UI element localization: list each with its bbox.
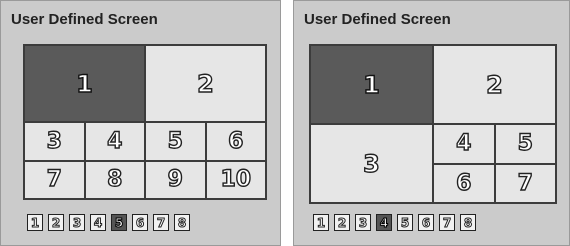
- layout-cell-7[interactable]: 7: [25, 161, 84, 198]
- screen-button-2[interactable]: 2: [48, 214, 64, 231]
- screen-button-2[interactable]: 2: [334, 214, 350, 231]
- screen-button-1[interactable]: 1: [313, 214, 329, 231]
- layout-cell-5[interactable]: 5: [146, 123, 205, 160]
- left-screen-panel: User Defined Screen 1 2 3 4 5 6 7 8 9 10…: [0, 0, 281, 246]
- left-screen-button-row: 1 2 3 4 5 6 7 8: [27, 214, 190, 231]
- screen-button-8[interactable]: 8: [460, 214, 476, 231]
- screen-button-1[interactable]: 1: [27, 214, 43, 231]
- screen-button-7[interactable]: 7: [153, 214, 169, 231]
- layout-cell-9[interactable]: 9: [146, 161, 205, 198]
- layout-cell-2[interactable]: 2: [434, 46, 555, 123]
- layout-cell-4[interactable]: 4: [85, 123, 144, 160]
- layout-cell-1[interactable]: 1: [311, 46, 432, 123]
- screen-button-3[interactable]: 3: [355, 214, 371, 231]
- layout-cell-5[interactable]: 5: [495, 125, 555, 163]
- layout-cell-6[interactable]: 6: [206, 123, 265, 160]
- layout-cell-10[interactable]: 10: [206, 161, 265, 198]
- screen-button-5[interactable]: 5: [397, 214, 413, 231]
- screen-button-4[interactable]: 4: [90, 214, 106, 231]
- screen-button-7[interactable]: 7: [439, 214, 455, 231]
- layout-cell-1[interactable]: 1: [25, 46, 144, 121]
- screen-button-8[interactable]: 8: [174, 214, 190, 231]
- left-layout-grid: 1 2 3 4 5 6 7 8 9 10: [23, 44, 267, 200]
- layout-cell-8[interactable]: 8: [85, 161, 144, 198]
- layout-cell-6[interactable]: 6: [434, 164, 494, 202]
- layout-cell-3[interactable]: 3: [25, 123, 84, 160]
- layout-cell-3[interactable]: 3: [311, 125, 432, 202]
- screen-button-4[interactable]: 4: [376, 214, 392, 231]
- right-layout-grid: 1 2 3 4 5 6 7: [309, 44, 557, 204]
- right-screen-title: User Defined Screen: [304, 11, 451, 28]
- screen-button-6[interactable]: 6: [132, 214, 148, 231]
- right-screen-button-row: 1 2 3 4 5 6 7 8: [313, 214, 476, 231]
- left-screen-title: User Defined Screen: [11, 11, 158, 28]
- screen-button-3[interactable]: 3: [69, 214, 85, 231]
- screen-button-5[interactable]: 5: [111, 214, 127, 231]
- layout-cell-2[interactable]: 2: [146, 46, 265, 121]
- screen-button-6[interactable]: 6: [418, 214, 434, 231]
- layout-cell-4[interactable]: 4: [434, 125, 494, 163]
- layout-cell-7[interactable]: 7: [495, 164, 555, 202]
- right-screen-panel: User Defined Screen 1 2 3 4 5 6 7 1 2 3 …: [293, 0, 570, 246]
